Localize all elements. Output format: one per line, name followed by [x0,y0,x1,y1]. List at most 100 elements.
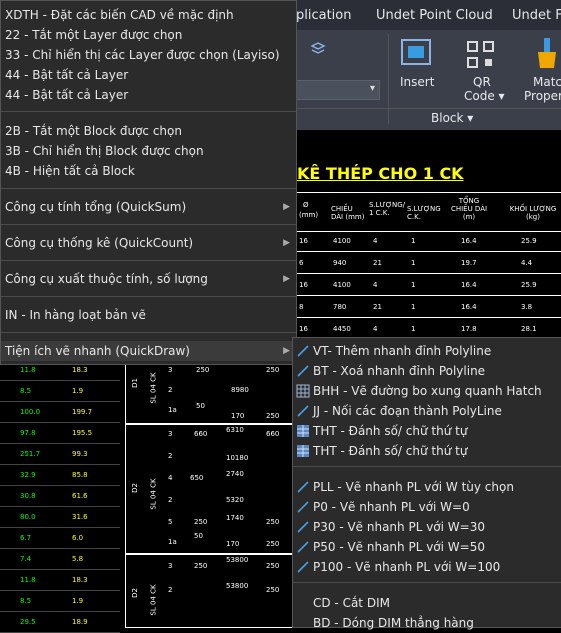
menu-item-xdth[interactable]: XDTH - Đặt các biến CAD về mặc định [1,5,296,25]
insert-block-icon[interactable] [398,36,434,70]
submenu-arrow-icon: ▶ [283,238,290,248]
dim-value: 1740 [226,514,244,522]
submenu-item-label: CD - Cắt DIM [313,596,390,610]
group-label: D1 [130,378,139,388]
quantity-value: 11.8 [20,366,36,374]
dim-value: 250 [266,586,280,594]
table-cell: 1 [411,237,416,245]
match-properties-label-1[interactable]: Matc [533,75,561,89]
dim-value: 660 [266,430,280,438]
submenu-item-label: VT- Thêm nhanh đỉnh Polyline [313,344,492,358]
submenu-item-4[interactable]: THT - Đánh số/ chữ thứ tự [293,421,561,441]
bar-mark: 2 [168,386,173,394]
dim-value: 5320 [226,496,244,504]
match-properties-label-2[interactable]: Propert [524,89,561,103]
qr-code-icon[interactable] [466,40,496,70]
col-header: S.LƯỢNG/ 1 C.K. [369,201,405,217]
dim-value: 250 [266,540,280,548]
menu-item-label: Công cụ xuất thuộc tính, số lượng [5,272,208,286]
submenu-item-2[interactable]: BHH - Vẽ đường bo xung quanh Hatch [293,381,561,401]
table-cell: 16 [299,281,308,289]
block-panel-title[interactable]: Block ▾ [431,111,473,125]
quantity-row: 7.4 5.8 [0,549,120,570]
submenu-arrow-icon: ▶ [283,274,290,284]
qr-code-label-2[interactable]: Code ▾ [464,89,505,103]
table-cell: 8 [299,303,304,311]
insert-button-label[interactable]: Insert [400,75,434,89]
submenu-item-11[interactable]: CD - Cắt DIM [293,593,561,613]
submenu-item-label: BD - Dóng DIM thẳng hàng [313,616,474,630]
quickdraw-submenu: VT- Thêm nhanh đỉnh Polyline BT - Xoá nha… [292,337,561,630]
submenu-item-1[interactable]: BT - Xoá nhanh đỉnh Polyline [293,361,561,381]
layer-dropdown[interactable]: ▾ [296,80,380,100]
table-header: Ø (mm) CHIỀU DÀI (mm) S.LƯỢNG/ 1 C.K. S.… [296,192,561,232]
polyline-delete-vertex-icon [297,365,309,377]
menu-separator [1,224,296,225]
qr-code-label-1[interactable]: QR [473,75,491,89]
menu-item-label: Công cụ tính tổng (QuickSum) [5,200,187,214]
menu-item-quickcount[interactable]: Công cụ thống kê (QuickCount) ▶ [1,233,296,253]
menu-item-44[interactable]: 44 - Bật tất cả Layer [1,65,296,85]
table-cell: 17.8 [461,325,477,333]
group-count: SL 04 CK [149,372,158,404]
bar-mark: 1a [168,538,177,546]
submenu-item-8[interactable]: P30 - Vẽ nhanh PL với W=30 [293,517,561,537]
bar-mark: 3 [168,562,173,570]
menu-item-export-attributes[interactable]: Công cụ xuất thuộc tính, số lượng ▶ [1,269,296,289]
menu-item-33[interactable]: 33 - Chỉ hiển thị các Layer được chọn (L… [1,45,296,65]
submenu-item-7[interactable]: P0 - Vẽ nhanh PL với W=0 [293,497,561,517]
dim-value: 250 [266,562,280,570]
table-cell: 16 [299,325,308,333]
tab-undet-point-cloud[interactable]: Undet Point Cloud [376,8,493,23]
quantity-value: 8.5 [20,597,32,605]
submenu-item-6[interactable]: PLL - Vẽ nhanh PL với W tùy chọn [293,477,561,497]
submenu-item-9[interactable]: P50 - Vẽ nhanh PL với W=50 [293,537,561,557]
quantity-row: 32.9 85.8 [0,465,120,486]
dim-value: 250 [266,366,280,374]
weight-value: 99.3 [72,450,88,458]
quantity-value: 6.7 [20,534,32,542]
submenu-item-label: P0 - Vẽ nhanh PL với W=0 [313,500,470,514]
col-header: S.LƯỢNG C.K. [407,205,441,221]
table-cell: 16.4 [461,303,477,311]
quantity-value: 32.9 [20,471,36,479]
layer-tools-icon[interactable] [300,34,370,64]
numbering-icon [297,425,309,437]
table-row: 16 4100 4 1 16.4 25.9 [296,274,561,296]
menu-item-quickdraw[interactable]: Tiện ích vẽ nhanh (QuickDraw) ▶ [1,341,296,361]
table-cell: 25.9 [521,237,537,245]
col-header: Ø [303,201,309,209]
table-cell: 1 [411,303,416,311]
menu-item-4b[interactable]: 4B - Hiện tất cả Block [1,161,296,181]
submenu-item-label: P50 - Vẽ nhanh PL với W=50 [313,540,485,554]
bar-mark: 3 [168,366,173,374]
menu-item-3b[interactable]: 3B - Chỉ hiển thị Block được chọn [1,141,296,161]
group-count: SL 04 CK [149,478,158,510]
submenu-item-5[interactable]: THT - Đánh số/ chữ thứ tự [293,441,561,461]
quantity-row: 8.5 1.9 [0,591,120,612]
submenu-arrow-icon: ▶ [283,346,290,356]
table-cell: 4 [373,237,378,245]
menu-item-44b[interactable]: 44 - Bật tất cả Layer [1,85,296,105]
pline-icon [297,521,309,533]
quantity-value: 80.0 [20,513,36,521]
menu-item-2b[interactable]: 2B - Tắt một Block được chọn [1,121,296,141]
submenu-item-3[interactable]: JJ - Nối các đoạn thành PolyLine [293,401,561,421]
match-properties-brush-icon[interactable] [536,36,560,72]
tab-application[interactable]: plication [296,8,352,23]
tab-undet-fl[interactable]: Undet Fl [512,8,561,23]
col-header: CHIỀU DÀI (mm) [331,205,365,221]
table-cell: 1 [411,259,416,267]
submenu-item-10[interactable]: P100 - Vẽ nhanh PL với W=100 [293,557,561,577]
menu-item-batch-print[interactable]: IN - In hàng loạt bản vẽ [1,305,296,325]
menu-item-quicksum[interactable]: Công cụ tính tổng (QuickSum) ▶ [1,197,296,217]
quantity-value: 100.0 [20,408,41,416]
submenu-item-12[interactable]: BD - Dóng DIM thẳng hàng [293,613,561,633]
menu-item-22[interactable]: 22 - Tắt một Layer được chọn [1,25,296,45]
quantity-row: 97.8 195.5 [0,423,120,444]
quantity-value: 30.8 [20,492,36,500]
submenu-item-0[interactable]: VT- Thêm nhanh đỉnh Polyline [293,341,561,361]
menu-item-label: Tiện ích vẽ nhanh (QuickDraw) [5,344,190,358]
table-row: 6 940 21 1 19.7 4.4 [296,252,561,274]
dim-value: 170 [231,412,245,420]
